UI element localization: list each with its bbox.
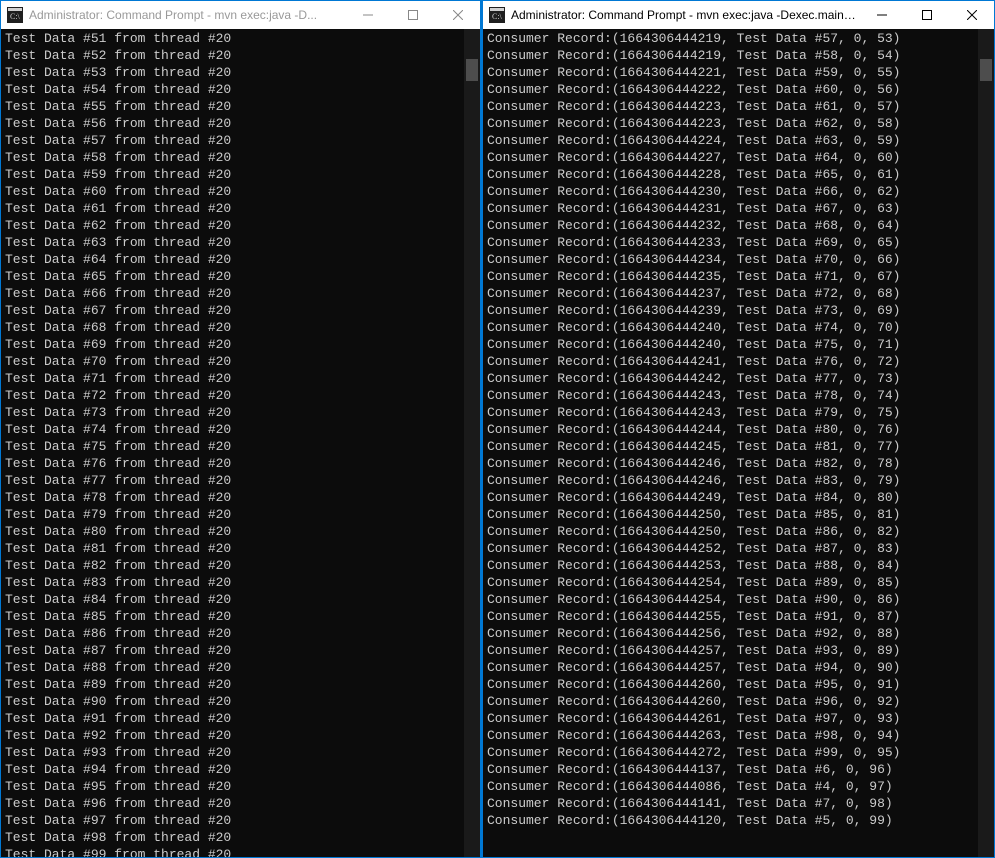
window-controls-right xyxy=(859,1,994,29)
window-title-left: Administrator: Command Prompt - mvn exec… xyxy=(29,8,345,22)
scrollbar-right[interactable] xyxy=(978,29,994,857)
scrollbar-left[interactable] xyxy=(464,29,480,857)
close-button[interactable] xyxy=(949,1,994,29)
window-controls-left xyxy=(345,1,480,29)
console-output-left[interactable]: Test Data #51 from thread #20 Test Data … xyxy=(1,29,464,857)
titlebar-left[interactable]: C:\ Administrator: Command Prompt - mvn … xyxy=(1,1,480,29)
command-prompt-window-left: C:\ Administrator: Command Prompt - mvn … xyxy=(0,0,481,858)
scrollbar-thumb[interactable] xyxy=(980,59,992,81)
console-output-right[interactable]: Consumer Record:(1664306444219, Test Dat… xyxy=(483,29,978,857)
close-button[interactable] xyxy=(435,1,480,29)
minimize-button[interactable] xyxy=(345,1,390,29)
cmd-icon: C:\ xyxy=(7,7,23,23)
minimize-button[interactable] xyxy=(859,1,904,29)
cmd-icon: C:\ xyxy=(489,7,505,23)
maximize-button[interactable] xyxy=(390,1,435,29)
maximize-button[interactable] xyxy=(904,1,949,29)
command-prompt-window-right: C:\ Administrator: Command Prompt - mvn … xyxy=(482,0,995,858)
svg-text:C:\: C:\ xyxy=(492,12,503,21)
svg-text:C:\: C:\ xyxy=(10,12,21,21)
scrollbar-thumb[interactable] xyxy=(466,59,478,81)
titlebar-right[interactable]: C:\ Administrator: Command Prompt - mvn … xyxy=(483,1,994,29)
window-title-right: Administrator: Command Prompt - mvn exec… xyxy=(511,8,859,22)
